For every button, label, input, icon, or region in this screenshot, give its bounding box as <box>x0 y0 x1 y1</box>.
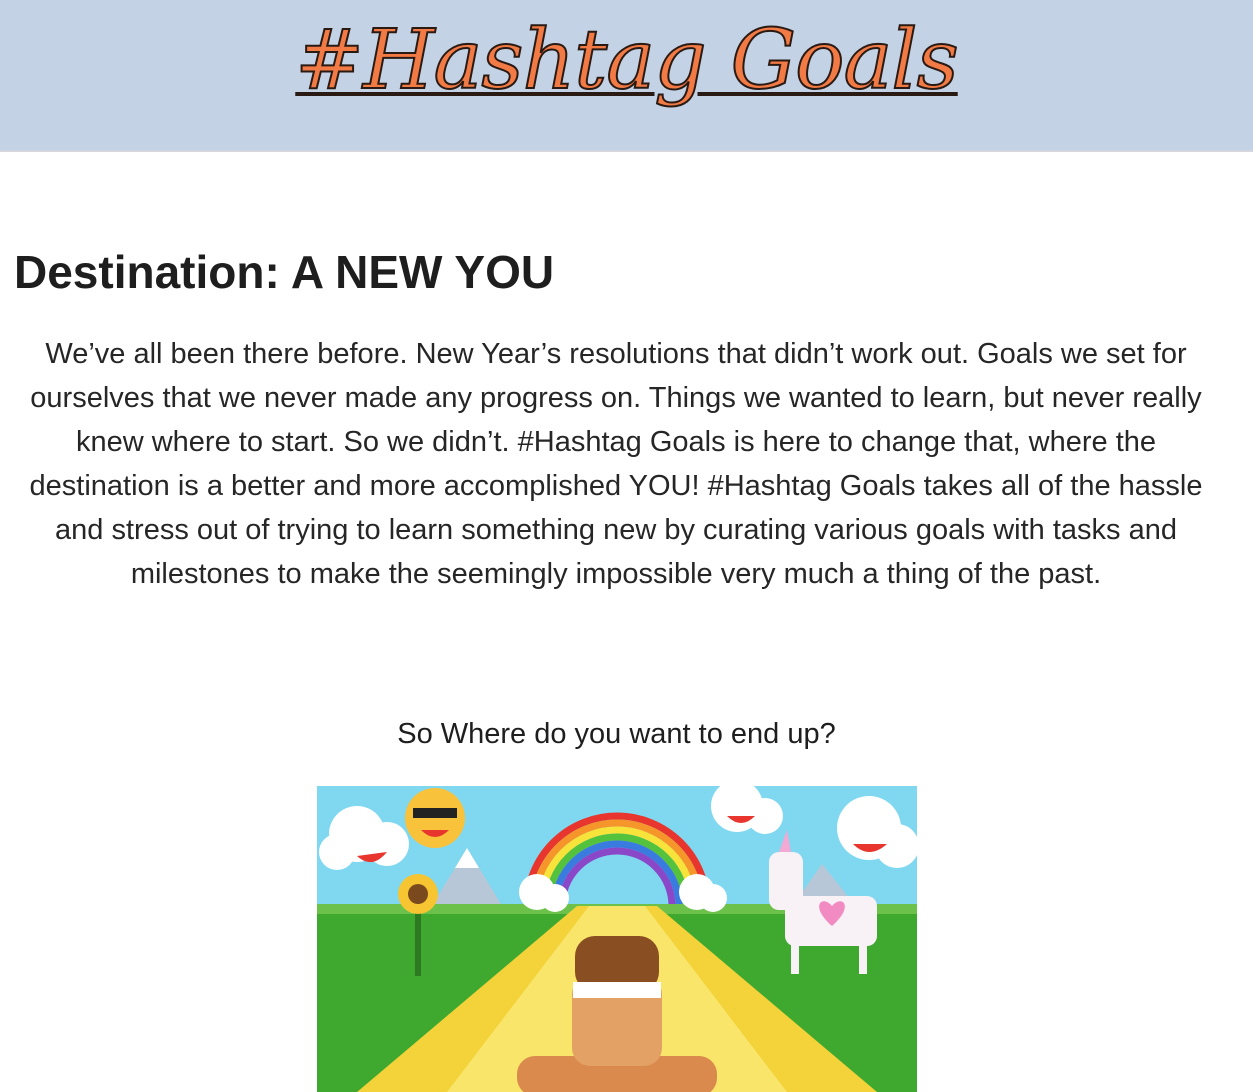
page-headline: Destination: A NEW YOU <box>14 246 555 298</box>
hero-illustration <box>317 786 917 1092</box>
site-logo-link[interactable]: #Hashtag Goals <box>294 6 959 116</box>
sun-icon <box>405 788 465 848</box>
cta-question: So Where do you want to end up? <box>397 718 836 750</box>
site-header: #Hashtag Goals <box>0 0 1253 152</box>
site-logo: #Hashtag Goals <box>0 0 1253 150</box>
intro-paragraph: We’ve all been there before. New Year’s … <box>29 338 1203 590</box>
